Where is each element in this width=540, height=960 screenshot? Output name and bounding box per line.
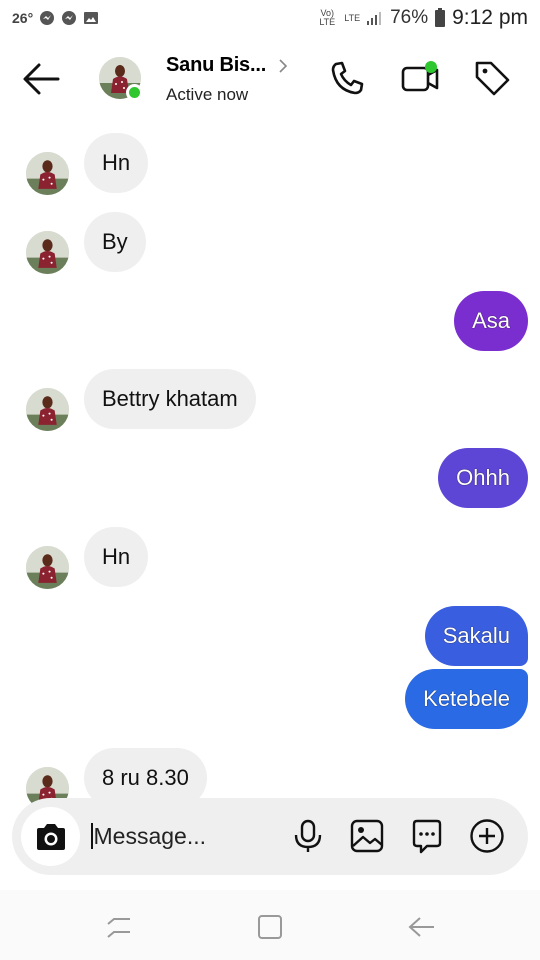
battery-icon <box>435 8 446 27</box>
message-composer: Message... <box>12 798 528 875</box>
gallery-icon[interactable] <box>349 818 385 854</box>
active-status: Active now <box>166 85 249 104</box>
outgoing-message-bubble[interactable]: Ohhh <box>438 448 528 508</box>
battery-percentage: 76% <box>390 7 429 28</box>
clock: 9:12 pm <box>452 6 528 29</box>
incoming-message-bubble[interactable]: By <box>84 212 146 272</box>
image-notification-icon <box>84 12 99 24</box>
sender-avatar[interactable] <box>26 546 69 589</box>
back-icon[interactable] <box>406 912 436 942</box>
contact-name[interactable]: Sanu Bis... <box>166 54 266 77</box>
video-call-button[interactable] <box>400 58 440 98</box>
messenger-notification-icon <box>40 11 55 25</box>
microphone-icon[interactable] <box>290 818 326 854</box>
message-input[interactable]: Message... <box>91 823 207 850</box>
home-icon[interactable] <box>256 912 286 942</box>
status-right: Vo) LTE LTE 76% 9:12 pm <box>316 6 528 30</box>
incoming-message-bubble[interactable]: Hn <box>84 133 149 193</box>
chevron-right-icon[interactable] <box>278 58 288 74</box>
status-bar: 26° Vo) LTE LTE 76% 9:12 pm <box>0 0 540 36</box>
recent-apps-icon[interactable] <box>104 912 134 942</box>
sender-avatar[interactable] <box>26 231 69 274</box>
plus-icon[interactable] <box>469 818 505 854</box>
volte-label: Vo) LTE <box>319 8 336 27</box>
online-indicator <box>126 84 143 101</box>
system-nav-bar <box>0 890 540 960</box>
status-left: 26° <box>12 10 99 26</box>
sender-avatar[interactable] <box>26 388 69 431</box>
outgoing-message-bubble[interactable]: Sakalu <box>424 606 528 666</box>
messenger-notification-icon <box>62 11 77 25</box>
signal-icon <box>367 12 382 25</box>
back-arrow-icon[interactable] <box>22 62 60 96</box>
tag-icon[interactable] <box>472 58 512 98</box>
camera-button[interactable] <box>21 807 80 866</box>
outgoing-message-bubble[interactable]: Asa <box>454 291 528 351</box>
sticker-icon[interactable] <box>409 818 445 854</box>
temperature-readout: 26° <box>12 10 34 26</box>
incoming-message-bubble[interactable]: Bettry khatam <box>84 369 256 429</box>
camera-icon <box>36 823 65 850</box>
video-active-indicator <box>425 61 437 73</box>
phone-icon[interactable] <box>328 58 368 98</box>
incoming-message-bubble[interactable]: Hn <box>84 527 149 587</box>
outgoing-message-bubble[interactable]: Ketebele <box>405 669 528 729</box>
sender-avatar[interactable] <box>26 152 69 195</box>
chat-header: Sanu Bis... Active now <box>0 40 540 120</box>
lte-label: LTE <box>344 12 361 23</box>
